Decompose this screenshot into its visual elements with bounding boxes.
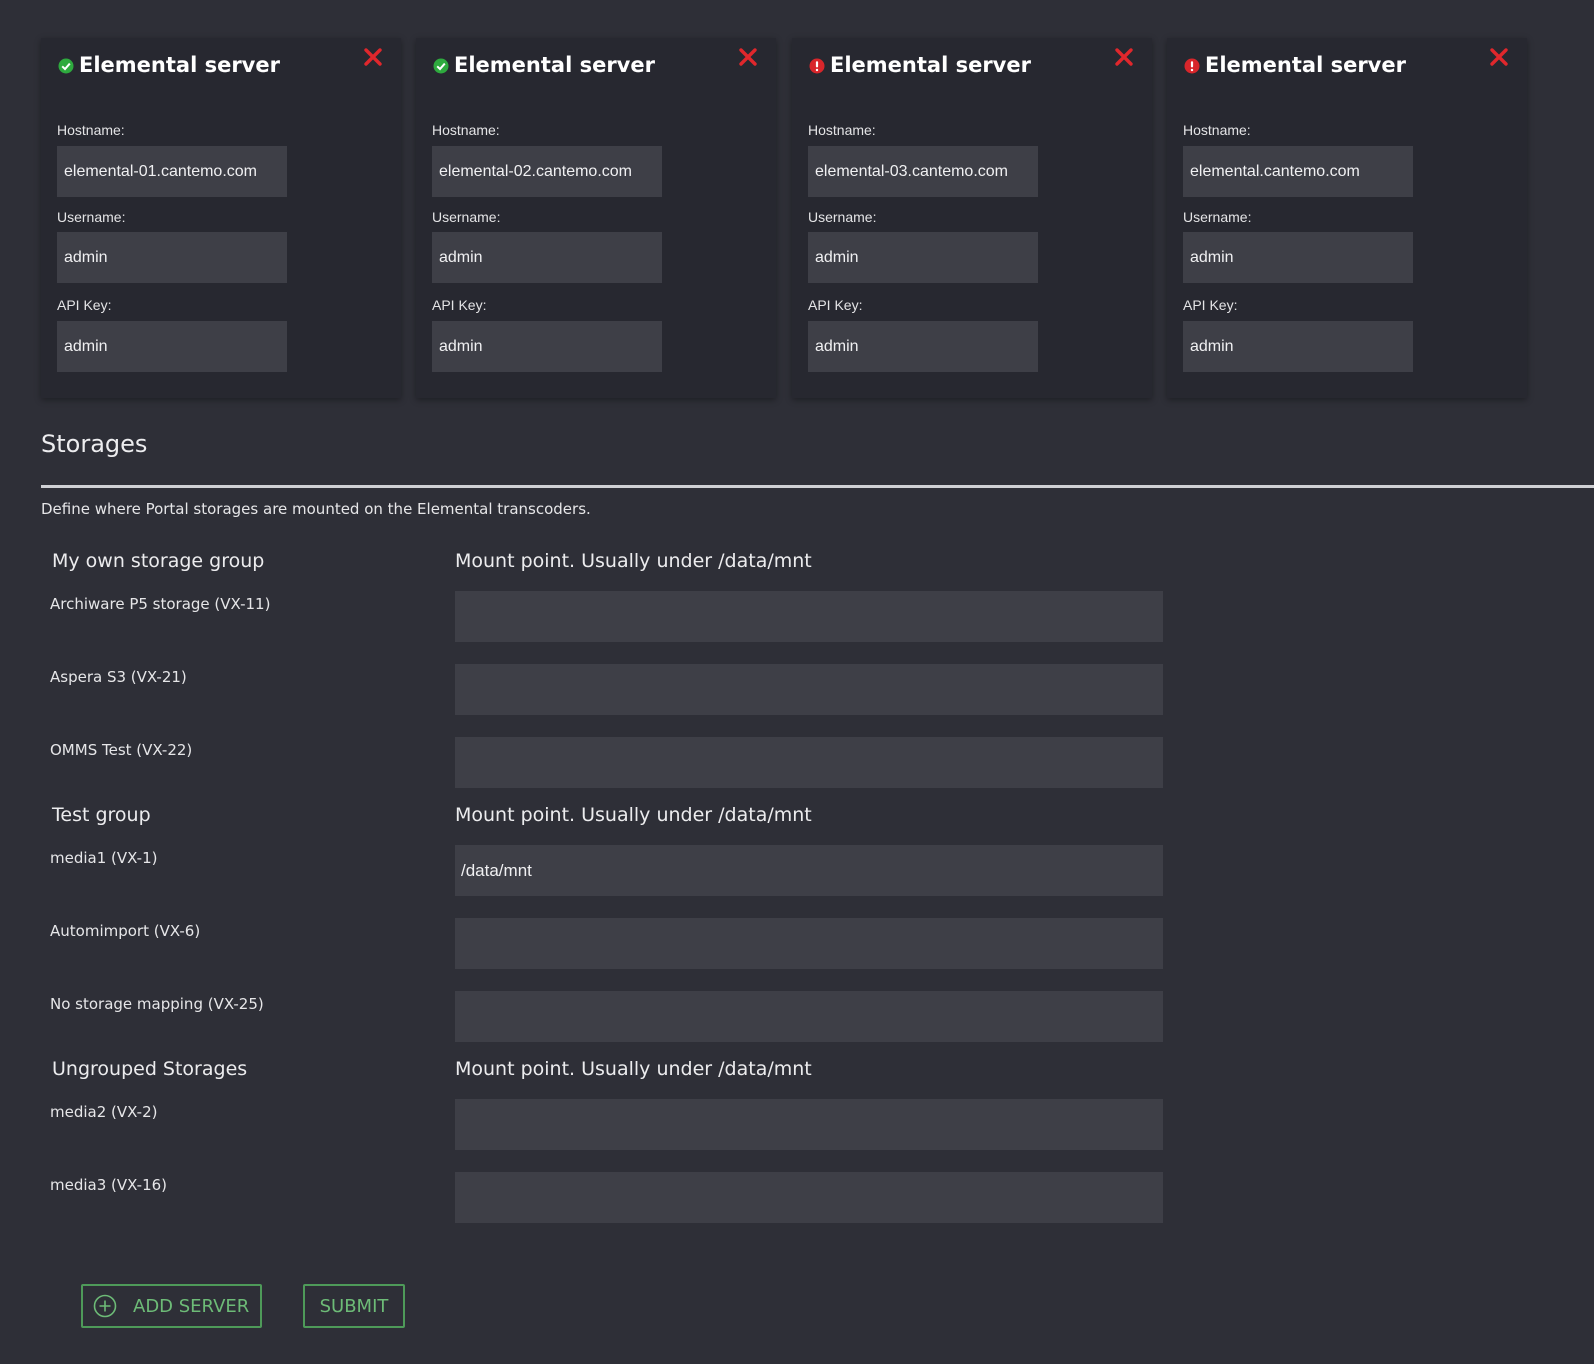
storages-title: Storages bbox=[41, 430, 148, 458]
storage-label: media2 (VX-2) bbox=[50, 1103, 158, 1121]
storage-label: media3 (VX-16) bbox=[50, 1176, 168, 1194]
username-input[interactable] bbox=[808, 232, 1038, 283]
username-input[interactable] bbox=[57, 232, 287, 283]
storage-group-title: Ungrouped Storages bbox=[52, 1058, 248, 1080]
submit-label: SUBMIT bbox=[319, 1295, 389, 1317]
server-title: Elemental server bbox=[1205, 53, 1406, 77]
hostname-input[interactable] bbox=[57, 146, 287, 197]
storage-label: No storage mapping (VX-25) bbox=[50, 995, 264, 1013]
api-key-input[interactable] bbox=[808, 321, 1038, 372]
username-input[interactable] bbox=[432, 232, 662, 283]
server-cards: Elemental server Hostname: Username: API… bbox=[41, 38, 1551, 398]
username-label: Username: bbox=[808, 209, 877, 225]
exclamation-circle-icon bbox=[1184, 58, 1200, 74]
mount-point-heading: Mount point. Usually under /data/mnt bbox=[455, 1058, 812, 1080]
check-circle-icon bbox=[58, 58, 74, 74]
mount-point-heading: Mount point. Usually under /data/mnt bbox=[455, 804, 812, 826]
hostname-label: Hostname: bbox=[57, 122, 125, 138]
hostname-input[interactable] bbox=[1183, 146, 1413, 197]
mount-point-heading: Mount point. Usually under /data/mnt bbox=[455, 550, 812, 572]
plus-circle-icon bbox=[93, 1294, 117, 1318]
mount-point-input[interactable] bbox=[455, 591, 1163, 642]
api-key-input[interactable] bbox=[432, 321, 662, 372]
close-icon[interactable] bbox=[1488, 46, 1510, 68]
mount-point-input[interactable] bbox=[455, 664, 1163, 715]
mount-point-input[interactable] bbox=[455, 737, 1163, 788]
hostname-input[interactable] bbox=[432, 146, 662, 197]
mount-point-input[interactable] bbox=[455, 991, 1163, 1042]
storage-group-title: Test group bbox=[52, 804, 151, 826]
close-icon[interactable] bbox=[362, 46, 384, 68]
api-key-input[interactable] bbox=[1183, 321, 1413, 372]
server-card: Elemental server Hostname: Username: API… bbox=[1167, 38, 1527, 398]
storage-label: Aspera S3 (VX-21) bbox=[50, 668, 187, 686]
mount-point-input[interactable] bbox=[455, 845, 1163, 896]
add-server-label: ADD SERVER bbox=[133, 1295, 250, 1317]
server-card: Elemental server Hostname: Username: API… bbox=[792, 38, 1152, 398]
section-divider bbox=[41, 485, 1594, 488]
server-title: Elemental server bbox=[79, 53, 280, 77]
submit-button[interactable]: SUBMIT bbox=[303, 1284, 405, 1328]
hostname-label: Hostname: bbox=[432, 122, 500, 138]
api-key-label: API Key: bbox=[57, 297, 112, 313]
server-title: Elemental server bbox=[830, 53, 1031, 77]
api-key-input[interactable] bbox=[57, 321, 287, 372]
storages-description: Define where Portal storages are mounted… bbox=[41, 500, 591, 518]
username-label: Username: bbox=[432, 209, 501, 225]
hostname-label: Hostname: bbox=[1183, 122, 1251, 138]
server-card: Elemental server Hostname: Username: API… bbox=[41, 38, 401, 398]
close-icon[interactable] bbox=[1113, 46, 1135, 68]
add-server-button[interactable]: ADD SERVER bbox=[81, 1284, 262, 1328]
api-key-label: API Key: bbox=[808, 297, 863, 313]
storage-label: Automimport (VX-6) bbox=[50, 922, 201, 940]
hostname-label: Hostname: bbox=[808, 122, 876, 138]
mount-point-input[interactable] bbox=[455, 1172, 1163, 1223]
api-key-label: API Key: bbox=[432, 297, 487, 313]
storage-label: OMMS Test (VX-22) bbox=[50, 741, 193, 759]
mount-point-input[interactable] bbox=[455, 1099, 1163, 1150]
mount-point-input[interactable] bbox=[455, 918, 1163, 969]
storage-label: Archiware P5 storage (VX-11) bbox=[50, 595, 271, 613]
username-label: Username: bbox=[57, 209, 126, 225]
server-card: Elemental server Hostname: Username: API… bbox=[416, 38, 776, 398]
check-circle-icon bbox=[433, 58, 449, 74]
hostname-input[interactable] bbox=[808, 146, 1038, 197]
username-label: Username: bbox=[1183, 209, 1252, 225]
api-key-label: API Key: bbox=[1183, 297, 1238, 313]
close-icon[interactable] bbox=[737, 46, 759, 68]
server-title: Elemental server bbox=[454, 53, 655, 77]
exclamation-circle-icon bbox=[809, 58, 825, 74]
storage-group-title: My own storage group bbox=[52, 550, 265, 572]
storage-label: media1 (VX-1) bbox=[50, 849, 158, 867]
username-input[interactable] bbox=[1183, 232, 1413, 283]
